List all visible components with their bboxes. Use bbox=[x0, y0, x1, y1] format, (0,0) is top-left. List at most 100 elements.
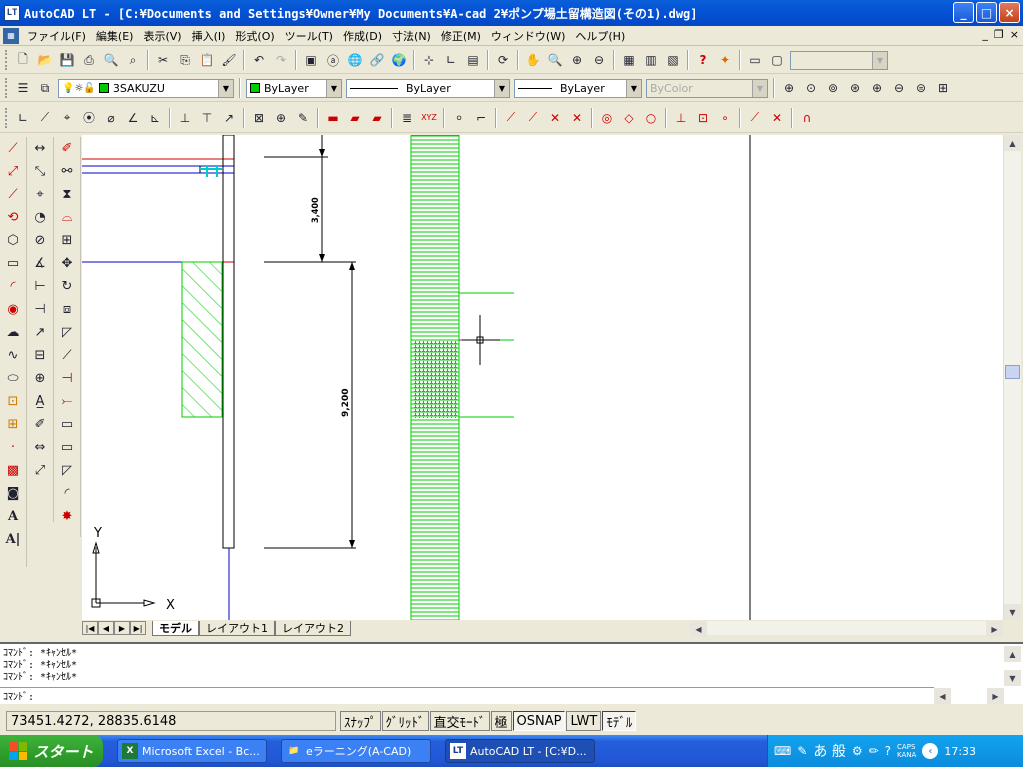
tab-next-icon[interactable]: ▶ bbox=[114, 621, 130, 635]
dim-leader-icon[interactable]: ↗ bbox=[218, 107, 240, 129]
help-icon[interactable]: ? bbox=[692, 49, 714, 71]
layout-tab-1[interactable]: レイアウト1 bbox=[199, 620, 275, 636]
dim-tolerance-icon[interactable]: ⊠ bbox=[248, 107, 270, 129]
status-toggle-0[interactable]: ｽﾅｯﾌﾟ bbox=[340, 711, 381, 731]
erase-icon[interactable]: ✐ bbox=[56, 137, 78, 160]
lineweight-select[interactable]: ByLayer ▼ bbox=[514, 78, 642, 98]
cmd-scroll-down-icon[interactable]: ▼ bbox=[1004, 670, 1021, 686]
zoom-realtime-icon[interactable]: 🔍 bbox=[544, 49, 566, 71]
taskbar-task-2[interactable]: LT AutoCAD LT - [C:¥D... bbox=[445, 739, 595, 763]
dim-continue-v-icon[interactable]: ⊣ bbox=[29, 298, 51, 321]
tray-expand-icon[interactable]: ‹ bbox=[922, 743, 939, 759]
cmd-scroll-up-icon[interactable]: ▲ bbox=[1004, 646, 1021, 662]
osnap-settings-icon[interactable]: ⊹ bbox=[418, 49, 440, 71]
osnap-endpoint-icon[interactable]: ⟋ bbox=[500, 107, 522, 129]
make-block-icon[interactable]: ⊞ bbox=[2, 413, 24, 436]
taskbar-task-1[interactable]: 📁 eラーニング(A-CAD) bbox=[281, 739, 431, 763]
scroll-thumb[interactable] bbox=[1005, 365, 1020, 379]
rectangle-icon[interactable]: ▭ bbox=[2, 252, 24, 275]
tab-prev-icon[interactable]: ◀ bbox=[98, 621, 114, 635]
polygon-hex-icon[interactable]: ⬡ bbox=[2, 229, 24, 252]
move-icon[interactable]: ✥ bbox=[56, 252, 78, 275]
cloud-icon[interactable]: ☁ bbox=[2, 321, 24, 344]
layer-manager-icon[interactable]: ☰ bbox=[12, 77, 34, 99]
status-toggle-4[interactable]: OSNAP bbox=[512, 711, 566, 731]
polygon-icon[interactable]: ⟲ bbox=[2, 206, 24, 229]
osnap-from-icon[interactable]: ⌐ bbox=[470, 107, 492, 129]
close-button[interactable]: × bbox=[999, 2, 1020, 23]
status-toggle-3[interactable]: 極 bbox=[490, 711, 512, 731]
print-icon[interactable]: ⎙ bbox=[78, 49, 100, 71]
dim-override-icon[interactable]: ▰ bbox=[366, 107, 388, 129]
dim-angular-icon[interactable]: ∠ bbox=[122, 107, 144, 129]
tool-palette-icon[interactable]: ▧ bbox=[662, 49, 684, 71]
redo-icon[interactable]: ↷ bbox=[270, 49, 292, 71]
menu-item-0[interactable]: ファイル(F) bbox=[22, 28, 91, 44]
dim-style-icon[interactable]: ▰ bbox=[344, 107, 366, 129]
dim-update-v-icon[interactable]: ⇔ bbox=[29, 436, 51, 459]
design-center-palette-icon[interactable]: ▥ bbox=[640, 49, 662, 71]
arc-icon[interactable]: ◜ bbox=[2, 275, 24, 298]
dim-center-mark-icon[interactable]: ⊕ bbox=[270, 107, 292, 129]
menu-item-7[interactable]: 寸法(N) bbox=[387, 28, 436, 44]
zoom-center-icon[interactable]: ⊛ bbox=[844, 77, 866, 99]
doc-restore-button[interactable]: ❐ bbox=[994, 28, 1004, 41]
ime-mode[interactable]: あ 般 bbox=[813, 741, 845, 761]
drawing-canvas[interactable]: 3,400 9,200 Y X bbox=[82, 135, 1003, 620]
browse-web-icon[interactable]: 🌐 bbox=[344, 49, 366, 71]
status-toggle-1[interactable]: ｸﾞﾘｯﾄﾞ bbox=[381, 711, 429, 731]
open-folder-icon[interactable]: 📂 bbox=[34, 49, 56, 71]
horizontal-scrollbar[interactable]: ◀ ▶ bbox=[690, 621, 1003, 637]
chamfer-icon[interactable]: ◸ bbox=[56, 459, 78, 482]
command-window[interactable]: ｺﾏﾝﾄﾞ: *ｷｬﾝｾﾙ* ｺﾏﾝﾄﾞ: *ｷｬﾝｾﾙ* ｺﾏﾝﾄﾞ: *ｷｬﾝｾ… bbox=[0, 642, 1023, 704]
vertical-scrollbar[interactable]: ▲ ▼ bbox=[1003, 135, 1021, 620]
hyperlink-icon[interactable]: 🔗 bbox=[366, 49, 388, 71]
spline-icon[interactable]: ∿ bbox=[2, 344, 24, 367]
dim-tolerance-v-icon[interactable]: ⊟ bbox=[29, 344, 51, 367]
zoom-extents-icon[interactable]: ⊞ bbox=[932, 77, 954, 99]
zoom-dynamic-icon[interactable]: ⊙ bbox=[800, 77, 822, 99]
region-icon[interactable]: ◙ bbox=[2, 482, 24, 505]
paste-icon[interactable]: 📋 bbox=[196, 49, 218, 71]
osnap-midpoint-icon[interactable]: ⟋ bbox=[522, 107, 544, 129]
menu-item-1[interactable]: 編集(E) bbox=[91, 28, 139, 44]
match-properties-icon[interactable]: 🖌 bbox=[218, 49, 240, 71]
status-toggle-2[interactable]: 直交ﾓｰﾄﾞ bbox=[429, 711, 490, 731]
tab-last-icon[interactable]: ▶| bbox=[130, 621, 146, 635]
start-button[interactable]: スタート bbox=[0, 735, 103, 767]
osnap-intersection-icon[interactable]: ✕ bbox=[544, 107, 566, 129]
dim-diameter-icon[interactable]: ⌀ bbox=[100, 107, 122, 129]
text-edit-icon[interactable]: XYZ bbox=[418, 107, 440, 129]
insert-block-icon[interactable]: ⊡ bbox=[2, 390, 24, 413]
hatch-icon[interactable]: ▩ bbox=[2, 459, 24, 482]
osnap-settings-magnet-icon[interactable]: ∩ bbox=[796, 107, 818, 129]
fillet-icon[interactable]: ◜ bbox=[56, 482, 78, 505]
new-file-icon[interactable]: 🗋 bbox=[12, 49, 34, 71]
dim-aligned-v-icon[interactable]: ⤡ bbox=[29, 160, 51, 183]
osnap-temp-icon[interactable]: ⸰ bbox=[448, 107, 470, 129]
dim-quick-icon[interactable]: ⊾ bbox=[144, 107, 166, 129]
scroll-right-icon[interactable]: ▶ bbox=[986, 621, 1003, 637]
color-select[interactable]: ByLayer ▼ bbox=[246, 78, 342, 98]
zoom-all-icon[interactable]: ⊜ bbox=[910, 77, 932, 99]
zoom-in-icon[interactable]: ⊕ bbox=[866, 77, 888, 99]
undo-icon[interactable]: ↶ bbox=[248, 49, 270, 71]
dim-baseline-v-icon[interactable]: ⊢ bbox=[29, 275, 51, 298]
document-icon[interactable]: ▦ bbox=[3, 27, 19, 44]
scroll-down-icon[interactable]: ▼ bbox=[1004, 604, 1021, 620]
today-icon[interactable]: ⓐ bbox=[322, 49, 344, 71]
osnap-node-icon[interactable]: ∘ bbox=[714, 107, 736, 129]
mirror-icon[interactable]: ⧗ bbox=[56, 183, 78, 206]
menu-item-6[interactable]: 作成(D) bbox=[338, 28, 387, 44]
properties-icon[interactable]: ▦ bbox=[618, 49, 640, 71]
zoom-window-icon[interactable]: ⊕ bbox=[778, 77, 800, 99]
tab-first-icon[interactable]: |◀ bbox=[82, 621, 98, 635]
ime-icon[interactable]: ✎ bbox=[797, 744, 807, 758]
draw-order-icon[interactable]: ▤ bbox=[462, 49, 484, 71]
maximize-button[interactable]: □ bbox=[976, 2, 997, 23]
line-icon[interactable]: ⟋ bbox=[2, 137, 24, 160]
viewport-icon[interactable]: ▭ bbox=[744, 49, 766, 71]
command-prompt[interactable]: ｺﾏﾝﾄﾞ: bbox=[0, 687, 934, 703]
mtext-icon[interactable]: A bbox=[2, 505, 24, 528]
osnap-tangent-icon[interactable]: ○ bbox=[640, 107, 662, 129]
